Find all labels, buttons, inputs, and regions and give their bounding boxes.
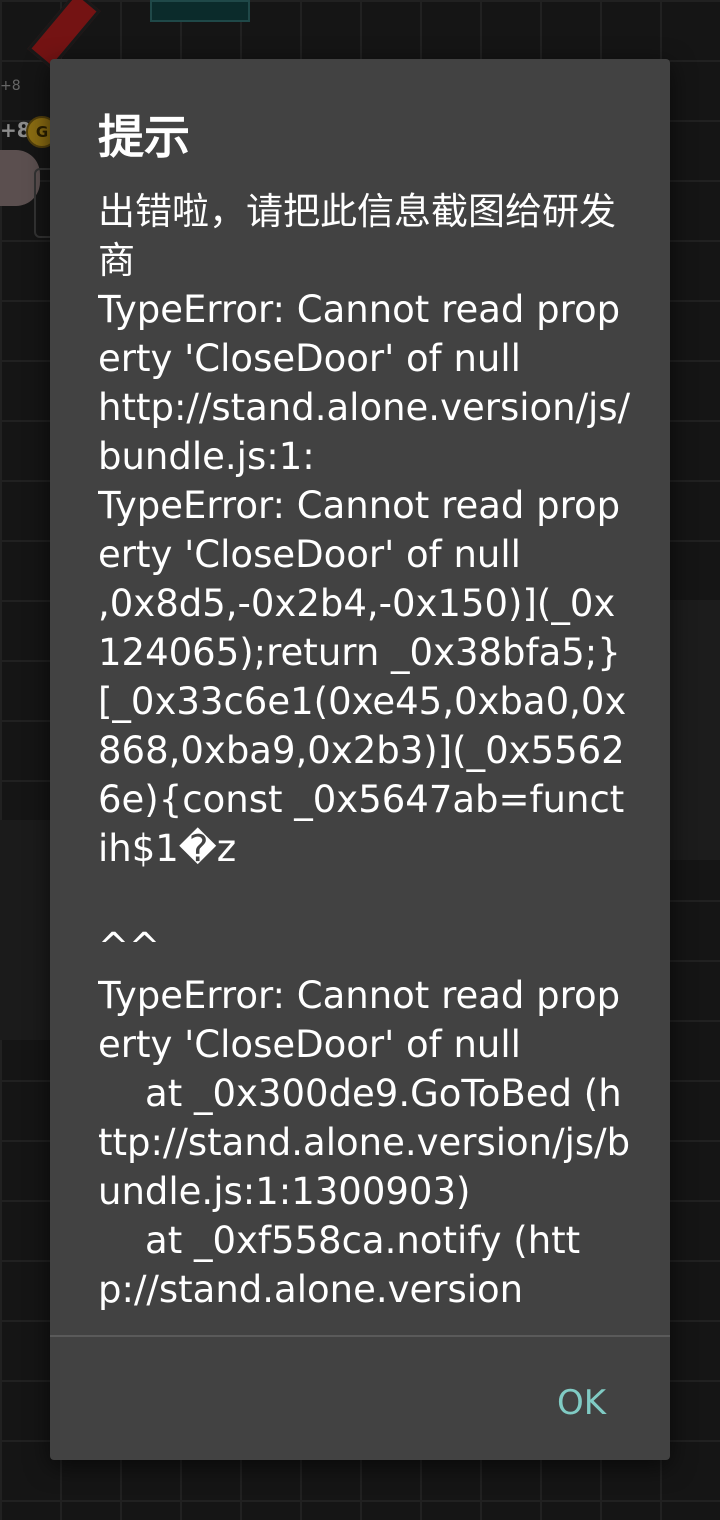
ok-button[interactable]: OK xyxy=(549,1377,614,1429)
error-message: 出错啦，请把此信息截图给研发商 TypeError: Cannot read p… xyxy=(98,190,631,1311)
dialog-title: 提示 xyxy=(98,110,190,164)
alert-dialog: 提示 出错啦，请把此信息截图给研发商 TypeError: Cannot rea… xyxy=(50,59,670,1460)
dialog-message-scroll[interactable]: 出错啦，请把此信息截图给研发商 TypeError: Cannot read p… xyxy=(98,187,634,1335)
dialog-divider xyxy=(50,1335,670,1337)
